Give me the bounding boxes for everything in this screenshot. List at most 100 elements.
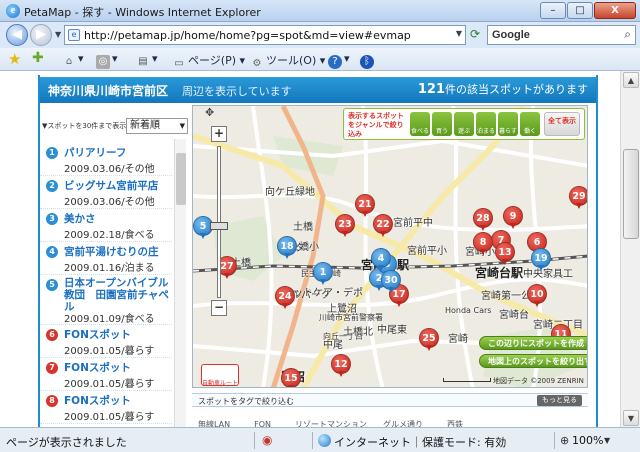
spot-list-item[interactable]: 4 宮前平湯けむりの庄 2009.01.16/泊まる xyxy=(40,242,172,275)
car-route-button[interactable]: 自動車ルート xyxy=(201,364,239,387)
map-spot-pin[interactable]: 23 xyxy=(335,214,355,237)
zoom-out-button[interactable]: − xyxy=(211,300,227,316)
map-spot-pin[interactable]: 22 xyxy=(373,214,393,237)
bluetooth-icon[interactable]: ᛒ xyxy=(360,52,376,69)
genre-button[interactable]: 働く xyxy=(520,112,540,136)
page-scroll-thumb[interactable] xyxy=(623,149,639,239)
map-place-label: 宮前平小 xyxy=(407,246,447,257)
home-button[interactable]: ⌂ ▾ xyxy=(62,52,84,69)
sort-select[interactable]: 新着順 ▼ xyxy=(126,118,188,134)
map-spot-pin[interactable]: 28 xyxy=(473,208,493,231)
genre-button[interactable]: 買う xyxy=(432,112,452,136)
genre-button[interactable]: 遊ぶ xyxy=(454,112,474,136)
spot-marker-icon: 2 xyxy=(46,180,58,192)
pin-tail xyxy=(538,265,544,271)
genre-button[interactable]: 全て表示 xyxy=(544,112,580,136)
print-button[interactable]: ▤ ▾ xyxy=(136,52,157,69)
zoom-icon: ⊕ xyxy=(560,434,570,447)
spot-list-item[interactable]: 1 パリアリーフ 2009.03.06/その他 xyxy=(40,143,172,176)
map-spot-pin[interactable]: 18 xyxy=(277,236,297,259)
url-text: http://petamap.jp/home/home?pg=spot&md=v… xyxy=(84,29,411,42)
status-divider xyxy=(554,432,555,449)
zoom-dropdown-icon[interactable]: ▼ xyxy=(604,436,610,445)
spot-list-item[interactable]: 3 美かさ 2009.02.18/食べる xyxy=(40,209,172,242)
genre-button[interactable]: 泊まる xyxy=(476,112,496,136)
forward-button[interactable]: ▶ xyxy=(30,24,52,46)
map-spot-pin[interactable]: 24 xyxy=(275,286,295,309)
zoom-in-button[interactable]: + xyxy=(211,126,227,142)
tools-menu[interactable]: ⚙ ツール(O) ▾ xyxy=(250,52,326,71)
minimize-button[interactable]: – xyxy=(540,2,566,19)
map-place-label: 中尾東 xyxy=(377,325,407,336)
spot-list-item[interactable]: 7 FONスポット 2009.01.05/暮らす xyxy=(40,358,172,391)
scroll-down-icon[interactable]: ▼ xyxy=(623,410,639,426)
refresh-icon[interactable]: ⟳ xyxy=(470,27,484,43)
zoom-slider-knob[interactable] xyxy=(210,222,228,230)
map-spot-pin[interactable]: 10 xyxy=(527,284,547,307)
spot-list-item[interactable]: 5 日本オープンバイブル教団 田園宮前チャペル 2009.01.09/食べる xyxy=(40,275,172,325)
page-menu[interactable]: ▭ ページ(P) ▾ xyxy=(172,52,245,71)
map-spot-pin[interactable]: 8 xyxy=(473,232,493,255)
spot-list-item[interactable]: 8 FONスポット 2009.01.05/暮らす xyxy=(40,391,172,424)
search-input[interactable]: Google ⌕ xyxy=(487,25,636,45)
sidebar-scrollbar[interactable] xyxy=(174,139,186,427)
security-zone[interactable]: インターネット｜保護モード: 有効 xyxy=(334,434,506,450)
spot-map[interactable]: 向ケ丘緑地宮前平駅宮崎台駅宮前平中宮前平小宮崎小土橋土橋小宮崎第一公中尾東ルパー… xyxy=(192,105,588,388)
url-dropdown-icon[interactable]: ▼ xyxy=(456,29,462,38)
pin-tail xyxy=(320,279,326,285)
spot-name-link[interactable]: 美かさ xyxy=(64,211,96,226)
more-tags-button[interactable]: もっと見る xyxy=(537,395,582,406)
create-spot-button[interactable]: この辺りにスポットを作成 xyxy=(479,336,587,350)
map-place-label: 宮崎台駅 xyxy=(475,266,524,280)
map-place-label: 宮前平中 xyxy=(393,218,433,229)
back-button[interactable]: ◀ xyxy=(6,24,28,46)
window-title: PetaMap - 探す - Windows Internet Explorer xyxy=(24,6,261,19)
map-spot-pin[interactable]: 4 xyxy=(371,248,391,271)
map-spot-pin[interactable]: 19 xyxy=(531,248,551,271)
map-spot-pin[interactable]: 9 xyxy=(503,206,523,229)
narrow-spots-button[interactable]: 地図上のスポットを絞り出す xyxy=(479,354,587,368)
close-button[interactable]: X xyxy=(594,2,636,19)
pin-tail xyxy=(396,301,402,307)
pin-tail xyxy=(282,303,288,309)
pin-tail xyxy=(576,203,582,209)
tag-list[interactable]: 無線LAN FON リゾートマンション グルメ通り 西鉄 xyxy=(198,419,463,427)
spot-name-link[interactable]: パリアリーフ xyxy=(64,145,126,160)
zoom-level[interactable]: 100% xyxy=(572,434,603,447)
genre-button[interactable]: 暮らす xyxy=(498,112,518,136)
spot-name-link[interactable]: FONスポット xyxy=(64,327,131,342)
spot-list-item[interactable]: 6 FONスポット 2009.01.05/暮らす xyxy=(40,325,172,358)
scroll-up-icon[interactable]: ▲ xyxy=(623,72,639,88)
spot-name-link[interactable]: FONスポット xyxy=(64,360,131,375)
spot-name-link[interactable]: 宮前平湯けむりの庄 xyxy=(64,244,159,259)
pan-control[interactable]: ✥ xyxy=(205,106,214,119)
search-icon[interactable]: ⌕ xyxy=(624,27,631,42)
spot-name-link[interactable]: ビッグサム宮前平店 xyxy=(64,178,158,193)
recent-pages-dropdown[interactable]: ▼ xyxy=(55,30,61,39)
map-spot-pin[interactable]: 12 xyxy=(331,354,351,377)
map-spot-pin[interactable]: 25 xyxy=(419,328,439,351)
map-spot-pin[interactable]: 29 xyxy=(569,186,587,209)
security-icon[interactable]: ◉ xyxy=(262,433,272,447)
location-suffix: 周辺を表示しています xyxy=(182,85,292,98)
genre-button[interactable]: 食べる xyxy=(410,112,430,136)
map-spot-pin[interactable]: 13 xyxy=(495,242,515,265)
spot-marker-icon: 3 xyxy=(46,213,58,225)
result-count: 121件の該当スポットがあります xyxy=(418,81,588,97)
spot-list-item[interactable]: 2 ビッグサム宮前平店 2009.03.06/その他 xyxy=(40,176,172,209)
maximize-button[interactable]: □ xyxy=(567,2,593,19)
add-favorite-icon[interactable]: ✚ xyxy=(32,50,44,66)
spot-name-link[interactable]: FONスポット xyxy=(64,393,131,408)
map-spot-pin[interactable]: 30 xyxy=(381,270,401,293)
map-spot-pin[interactable]: 21 xyxy=(355,194,375,217)
map-spot-pin[interactable]: 15 xyxy=(281,368,301,387)
sidebar-scroll-thumb[interactable] xyxy=(176,153,186,205)
spot-name-link[interactable]: 日本オープンバイブル教団 田園宮前チャペル xyxy=(64,277,176,313)
favorites-star-icon[interactable]: ★ xyxy=(8,50,21,68)
map-spot-pin[interactable]: 1 xyxy=(313,262,333,285)
pin-tail xyxy=(338,371,344,377)
feeds-button[interactable]: ◎ ▾ xyxy=(96,52,118,69)
url-field[interactable]: e http://petamap.jp/home/home?pg=spot&md… xyxy=(64,25,466,45)
page-scrollbar[interactable]: ▲ ▼ xyxy=(620,71,640,427)
help-menu[interactable]: ? ▾ xyxy=(328,52,350,69)
